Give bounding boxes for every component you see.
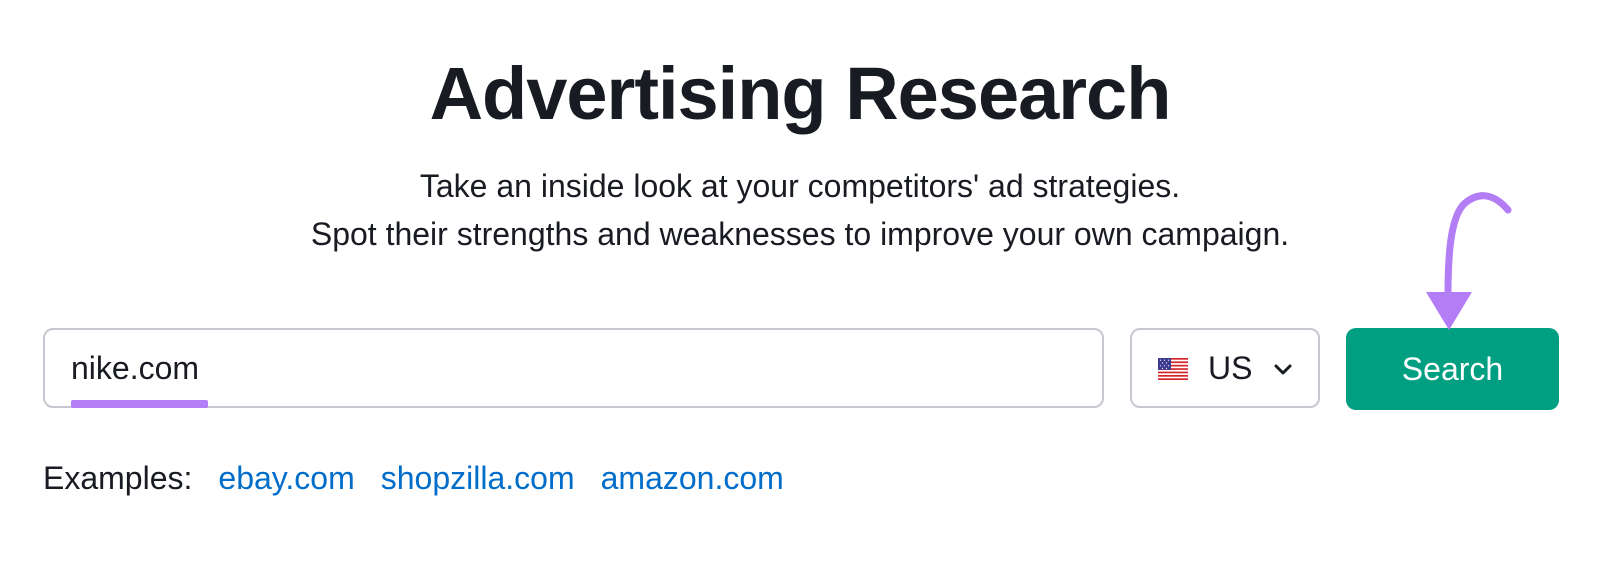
advertising-research-page: Advertising Research Take an inside look… <box>0 0 1600 561</box>
domain-search-value: nike.com <box>71 350 200 386</box>
examples-row: Examples: ebay.com shopzilla.com amazon.com <box>43 458 810 498</box>
example-link-shopzilla[interactable]: shopzilla.com <box>381 460 575 496</box>
page-title: Advertising Research <box>429 52 1172 135</box>
example-link-amazon[interactable]: amazon.com <box>601 460 784 496</box>
highlight-underline <box>71 400 208 408</box>
page-subtitle-line-2: Spot their strengths and weaknesses to i… <box>310 216 1290 252</box>
us-flag-icon <box>1158 358 1188 380</box>
examples-label: Examples: <box>43 460 193 496</box>
domain-search-input[interactable]: nike.com <box>43 328 1104 408</box>
search-button[interactable]: Search <box>1346 328 1559 410</box>
annotation-arrow-icon <box>1426 192 1512 330</box>
country-code: US <box>1208 350 1253 386</box>
example-link-ebay[interactable]: ebay.com <box>218 460 354 496</box>
chevron-down-icon <box>1274 364 1292 375</box>
page-subtitle-line-1: Take an inside look at your competitors'… <box>419 168 1181 204</box>
country-select[interactable]: US <box>1130 328 1320 408</box>
